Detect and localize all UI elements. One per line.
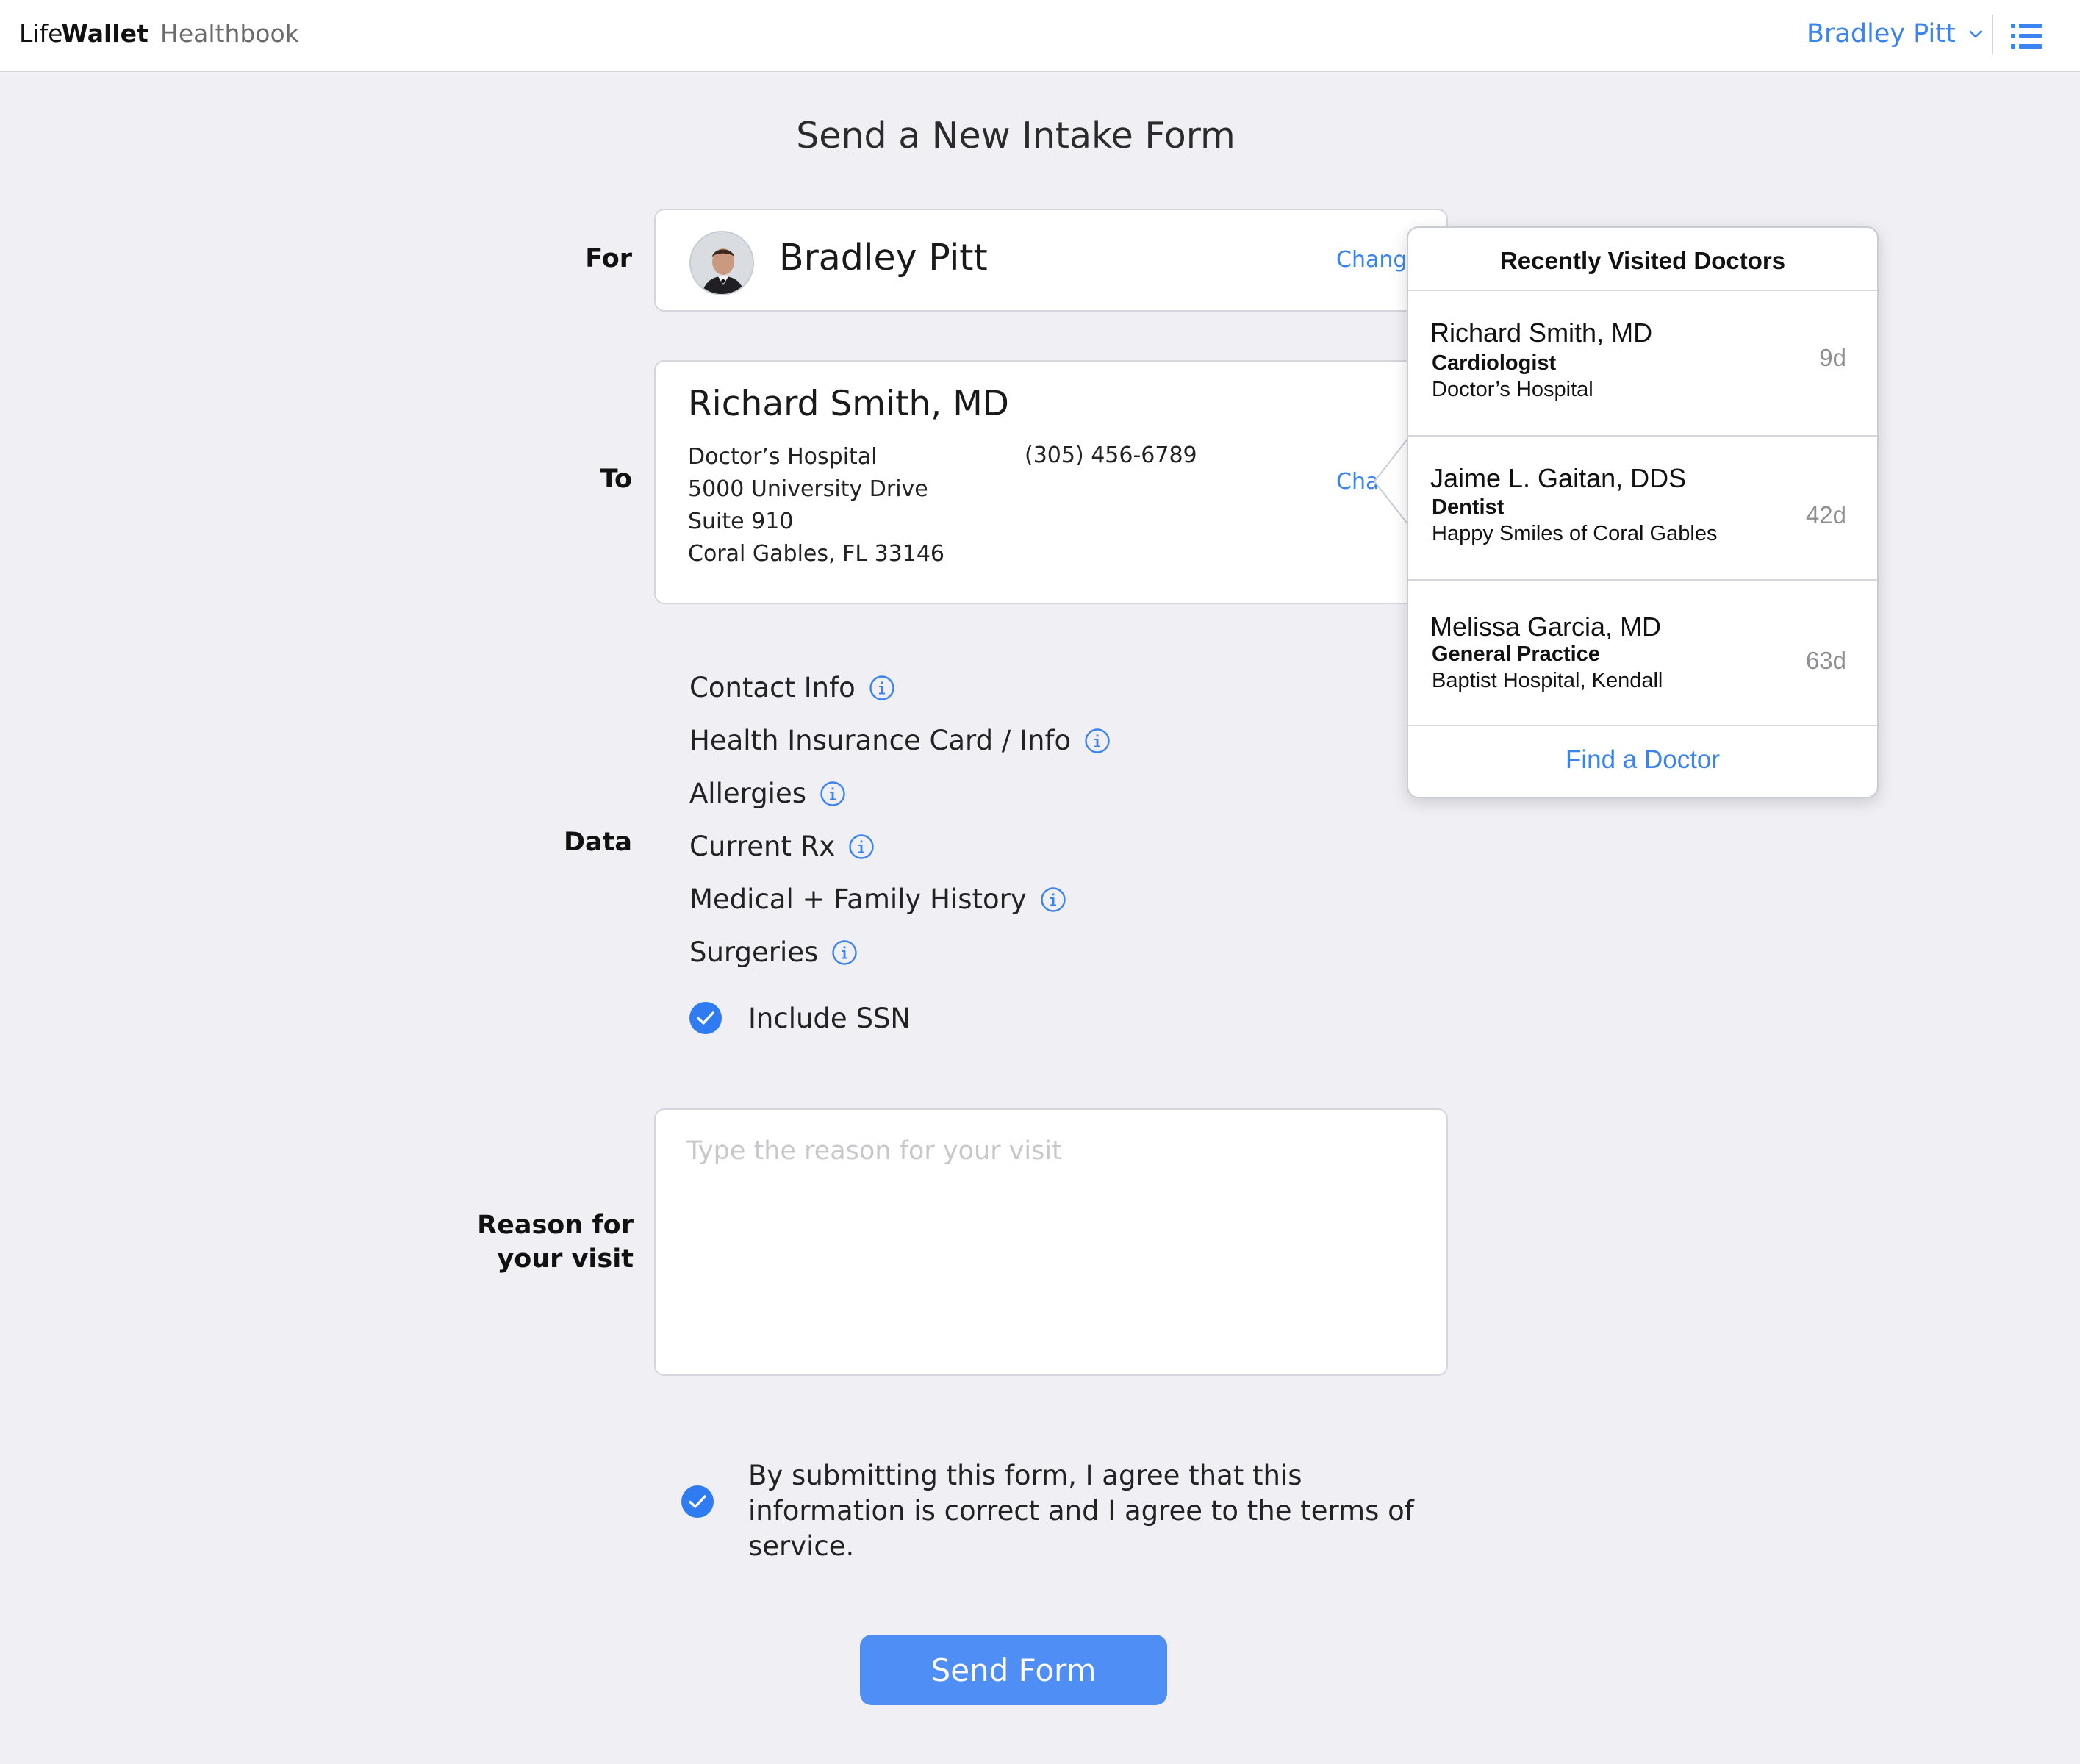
reason-label-line2: your visit	[497, 1244, 634, 1274]
data-item-medical-history: Medical + Family History	[689, 883, 1066, 915]
address-line: Suite 910	[688, 509, 794, 534]
popover-doctor-days: 63d	[1805, 647, 1846, 674]
popover-doctor-name: Melissa Garcia, MD	[1430, 612, 1662, 642]
popover-doctor-specialty: General Practice	[1432, 642, 1600, 666]
avatar	[689, 231, 754, 295]
patient-name: Bradley Pitt	[779, 237, 988, 279]
popover-title: Recently Visited Doctors	[1499, 247, 1786, 274]
data-item-label: Medical + Family History	[689, 883, 1027, 915]
address-line: Coral Gables, FL 33146	[688, 541, 944, 567]
info-icon[interactable]	[869, 675, 895, 701]
address-line: Doctor’s Hospital	[688, 444, 878, 470]
header-divider	[1992, 15, 1993, 54]
find-doctor-link[interactable]: Find a Doctor	[1408, 745, 1877, 775]
popover-doctor-name: Jaime L. Gaitan, DDS	[1430, 463, 1687, 493]
popover-doctor-place: Happy Smiles of Coral Gables	[1432, 522, 1718, 545]
user-name: Bradley Pitt	[1807, 19, 1956, 49]
reason-input[interactable]	[656, 1110, 1446, 1374]
doctor-card: Richard Smith, MD Doctor’s Hospital 5000…	[654, 360, 1448, 604]
popover-doctor-days: 42d	[1805, 501, 1846, 528]
info-icon[interactable]	[820, 781, 846, 807]
agree-checkbox[interactable]	[681, 1485, 714, 1519]
user-menu[interactable]: Bradley Pitt	[1807, 19, 1982, 49]
popover-doctor-place: Baptist Hospital, Kendall	[1432, 669, 1663, 692]
brand-life-text: Life	[19, 19, 63, 48]
data-label: Data	[563, 828, 632, 857]
popover-divider	[1408, 725, 1877, 726]
avatar-portrait-icon	[691, 232, 753, 294]
popover-doctor-name: Richard Smith, MD	[1430, 318, 1653, 348]
popover-doctor-specialty: Dentist	[1432, 495, 1505, 519]
data-item-label: Current Rx	[689, 831, 836, 862]
reason-box	[654, 1108, 1448, 1376]
info-icon[interactable]	[848, 833, 875, 860]
data-item-current-rx: Current Rx	[689, 831, 875, 862]
data-item-label: Health Insurance Card / Info	[689, 725, 1072, 756]
section-title[interactable]: Healthbook	[160, 19, 299, 48]
include-ssn-checkbox[interactable]	[689, 1001, 722, 1035]
patient-card: Bradley Pitt Change	[654, 209, 1448, 312]
data-item-label: Allergies	[689, 778, 807, 809]
data-item-insurance: Health Insurance Card / Info	[689, 725, 1111, 756]
include-ssn-label[interactable]: Include SSN	[748, 1003, 911, 1034]
data-item-surgeries: Surgeries	[689, 936, 858, 968]
chevron-down-icon	[1969, 30, 1982, 38]
popover-doctor-item[interactable]: Jaime L. Gaitan, DDS Dentist Happy Smile…	[1408, 437, 1877, 581]
info-icon[interactable]	[1040, 886, 1066, 913]
info-icon[interactable]	[1084, 728, 1111, 754]
brand-wallet-text: Wallet	[61, 19, 148, 48]
data-item-contact-info: Contact Info	[689, 672, 895, 703]
popover-doctor-item[interactable]: Richard Smith, MD Cardiologist Doctor’s …	[1408, 291, 1877, 435]
doctor-name: Richard Smith, MD	[688, 384, 1009, 424]
popover-doctor-specialty: Cardiologist	[1432, 351, 1557, 375]
reason-label-line1: Reason for	[477, 1211, 634, 1240]
agreement-text: By submitting this form, I agree that th…	[748, 1460, 1414, 1562]
popover-doctor-item[interactable]: Melissa Garcia, MD General Practice Bapt…	[1408, 581, 1877, 725]
info-icon[interactable]	[831, 939, 858, 966]
top-bar: LifeWallet Healthbook Bradley Pitt	[0, 0, 2080, 72]
brand-logo[interactable]: LifeWallet	[19, 19, 148, 48]
recent-doctors-popover: Recently Visited Doctors Richard Smith, …	[1407, 226, 1879, 798]
list-icon[interactable]	[2011, 22, 2042, 50]
reason-label: Reason for your visit	[441, 1208, 634, 1276]
popover-arrow	[1373, 438, 1410, 525]
popover-doctor-place: Doctor’s Hospital	[1432, 378, 1593, 401]
address-line: 5000 University Drive	[688, 476, 928, 502]
page-title: Send a New Intake Form	[796, 115, 1236, 157]
data-item-label: Contact Info	[689, 672, 856, 703]
data-item-label: Surgeries	[689, 936, 819, 968]
popover-doctor-days: 9d	[1819, 344, 1846, 371]
for-label: For	[585, 244, 632, 273]
doctor-address: Doctor’s Hospital 5000 University Drive …	[688, 441, 944, 570]
data-item-allergies: Allergies	[689, 778, 846, 809]
doctor-phone: (305) 456-6789	[1025, 442, 1197, 468]
send-form-button[interactable]: Send Form	[860, 1635, 1167, 1705]
to-label: To	[600, 465, 632, 494]
